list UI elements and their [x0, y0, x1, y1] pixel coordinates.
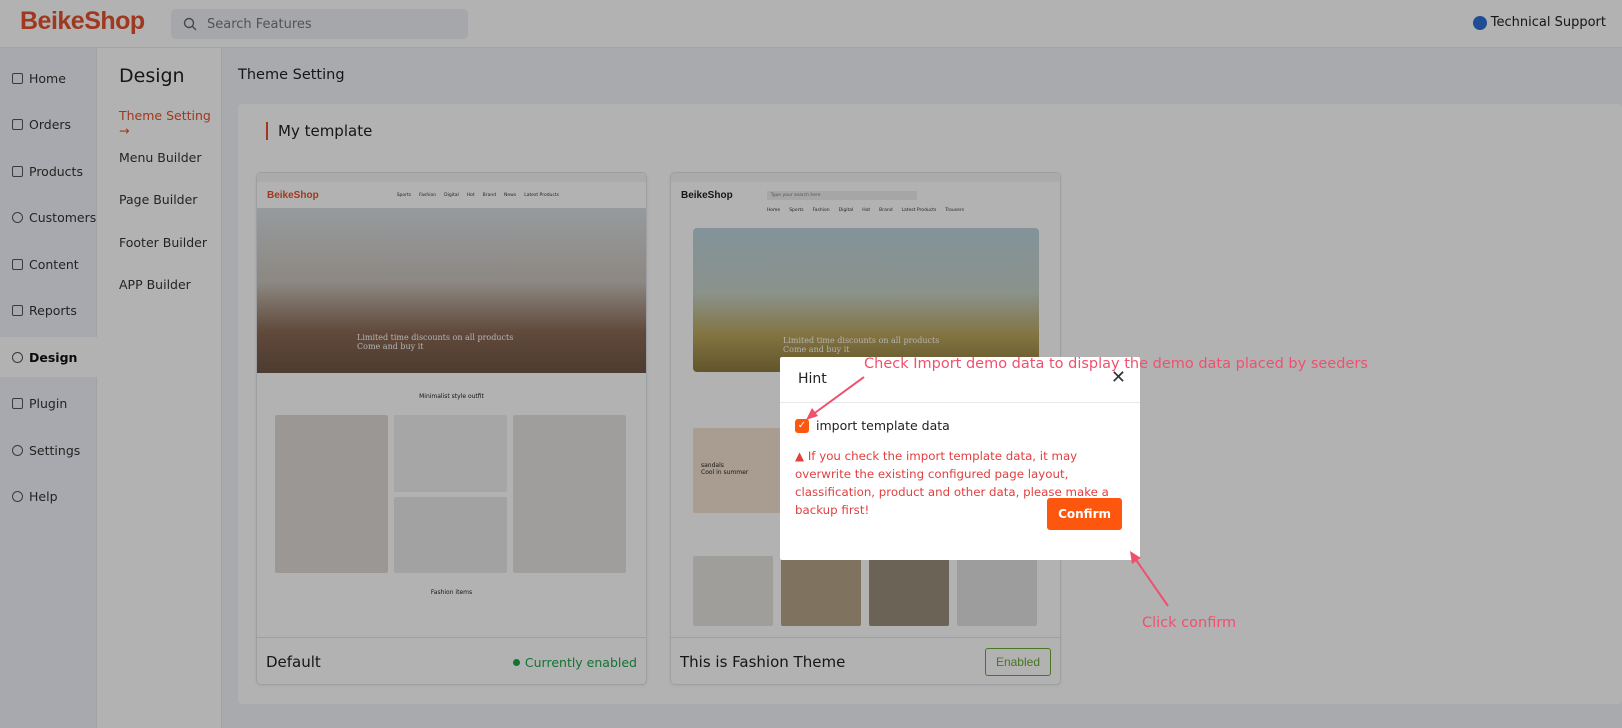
arrow-to-confirm-icon [1130, 551, 1169, 607]
arrow-to-checkbox-icon [806, 376, 865, 420]
annotation-arrows [806, 376, 1169, 607]
